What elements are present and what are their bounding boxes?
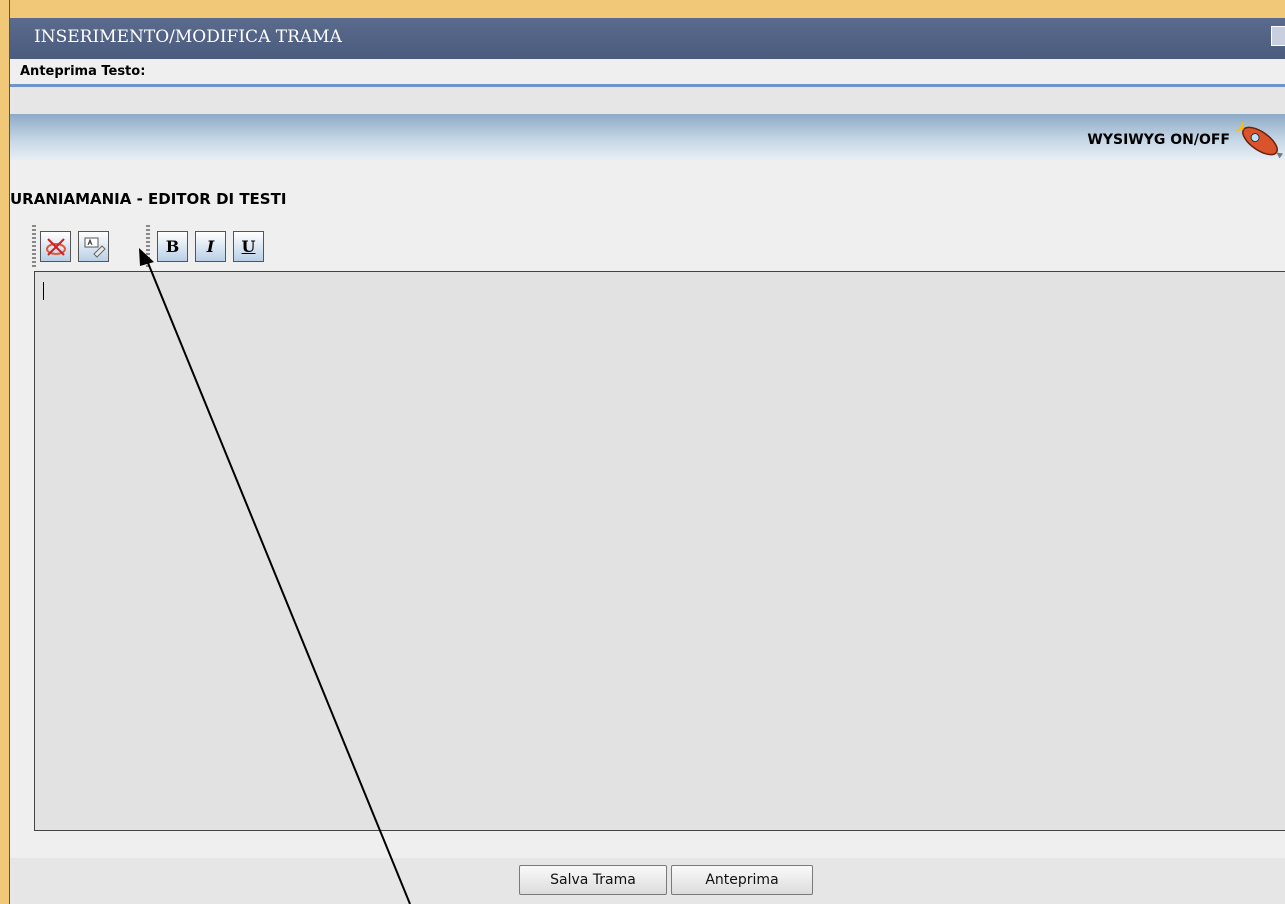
top-strip [10, 0, 1285, 18]
window-title: INSERIMENTO/MODIFICA TRAMA [34, 27, 342, 47]
preview-button[interactable]: Anteprima [671, 865, 813, 895]
editor-window: INSERIMENTO/MODIFICA TRAMA Anteprima Tes… [9, 0, 1285, 904]
save-plot-button[interactable]: Salva Trama [519, 865, 667, 895]
window-control-icon[interactable] [1271, 26, 1285, 46]
italic-button[interactable]: I [195, 231, 226, 262]
preview-label: Anteprima Testo: [10, 59, 1285, 84]
editor-title: URANIAMANIA - EDITOR DI TESTI [10, 190, 287, 208]
editor-toolbar: B I U [32, 225, 362, 269]
wysiwyg-toggle-label[interactable]: WYSIWYG ON/OFF [1087, 132, 1230, 148]
toolbar-separator [146, 225, 150, 267]
wysiwyg-bar: WYSIWYG ON/OFF [10, 114, 1285, 160]
text-editor-area[interactable] [34, 271, 1285, 831]
preview-area [10, 87, 1285, 114]
bold-button[interactable]: B [157, 231, 188, 262]
toolbar-separator [32, 225, 36, 267]
spellcheck-icon[interactable] [78, 231, 109, 262]
rocket-icon[interactable] [1234, 122, 1285, 160]
text-caret [43, 282, 44, 300]
window-titlebar: INSERIMENTO/MODIFICA TRAMA [10, 18, 1285, 59]
remove-format-icon[interactable] [40, 231, 71, 262]
underline-button[interactable]: U [233, 231, 264, 262]
